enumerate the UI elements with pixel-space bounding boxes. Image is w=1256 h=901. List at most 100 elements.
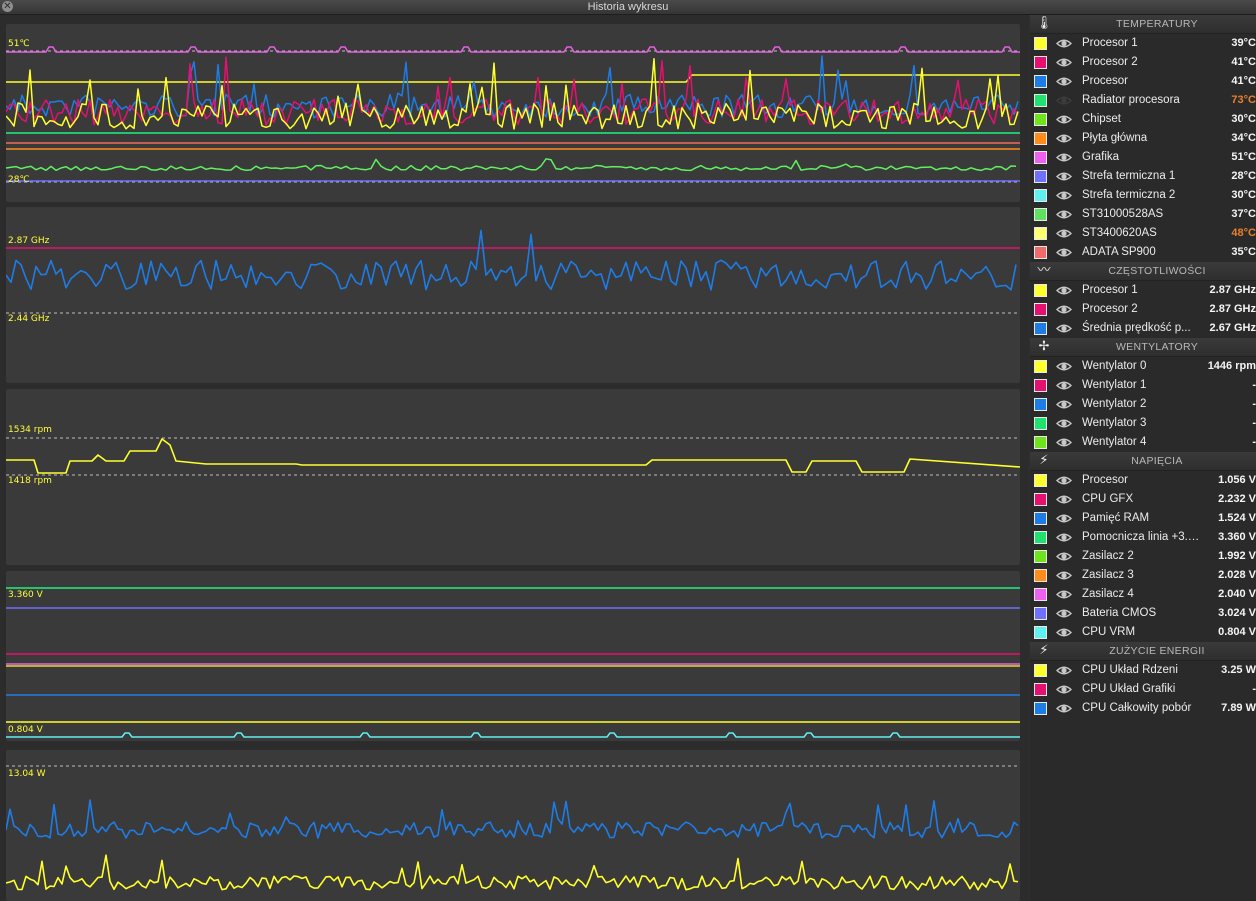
color-swatch[interactable] — [1034, 702, 1047, 715]
sensor-value: 7.89 W — [1221, 702, 1256, 714]
sensor-row-plyta-glowna[interactable]: Płyta główna 34°C — [1030, 129, 1256, 148]
color-swatch[interactable] — [1034, 607, 1047, 620]
sensor-row-wentylator-0[interactable]: Wentylator 0 1446 rpm — [1030, 357, 1256, 376]
eye-icon[interactable] — [1056, 322, 1072, 335]
eye-icon[interactable] — [1056, 398, 1072, 411]
eye-icon[interactable] — [1056, 56, 1072, 69]
color-swatch[interactable] — [1034, 588, 1047, 601]
color-swatch[interactable] — [1034, 683, 1047, 696]
color-swatch[interactable] — [1034, 512, 1047, 525]
eye-icon[interactable] — [1056, 683, 1072, 696]
sensor-row-procesor[interactable]: Procesor 1.056 V — [1030, 471, 1256, 490]
sensor-row-zasilacz-4[interactable]: Zasilacz 4 2.040 V — [1030, 585, 1256, 604]
eye-icon[interactable] — [1056, 664, 1072, 677]
sensor-row-chipset[interactable]: Chipset 30°C — [1030, 110, 1256, 129]
sensor-row-radiator-procesora[interactable]: Radiator procesora 73°C — [1030, 91, 1256, 110]
eye-icon[interactable] — [1056, 113, 1072, 126]
sensor-row-procesor-2[interactable]: Procesor 2 2.87 GHz — [1030, 300, 1256, 319]
eye-icon[interactable] — [1056, 75, 1072, 88]
sensor-row-procesor[interactable]: Procesor 41°C — [1030, 72, 1256, 91]
color-swatch[interactable] — [1034, 246, 1047, 259]
color-swatch[interactable] — [1034, 37, 1047, 50]
eye-icon[interactable] — [1056, 550, 1072, 563]
sensor-row-adata-sp900[interactable]: ADATA SP900 35°C — [1030, 243, 1256, 262]
sensor-row-cpu-uklad-rdzeni[interactable]: CPU Układ Rdzeni 3.25 W — [1030, 661, 1256, 680]
color-swatch[interactable] — [1034, 113, 1047, 126]
eye-icon[interactable] — [1056, 417, 1072, 430]
sensor-row-wentylator-2[interactable]: Wentylator 2 - — [1030, 395, 1256, 414]
eye-icon[interactable] — [1056, 37, 1072, 50]
sensor-row-grafika[interactable]: Grafika 51°C — [1030, 148, 1256, 167]
eye-icon[interactable] — [1056, 132, 1072, 145]
color-swatch[interactable] — [1034, 474, 1047, 487]
sensor-row-procesor-2[interactable]: Procesor 2 41°C — [1030, 53, 1256, 72]
color-swatch[interactable] — [1034, 284, 1047, 297]
eye-icon[interactable] — [1056, 512, 1072, 525]
eye-icon[interactable] — [1056, 227, 1072, 240]
color-swatch[interactable] — [1034, 626, 1047, 639]
eye-icon[interactable] — [1056, 151, 1072, 164]
section-header-czestotliwosci: 〰 CZĘSTOTLIWOŚCI — [1030, 262, 1256, 281]
eye-icon[interactable] — [1056, 474, 1072, 487]
eye-icon[interactable] — [1056, 360, 1072, 373]
color-swatch[interactable] — [1034, 56, 1047, 69]
sensor-row-wentylator-3[interactable]: Wentylator 3 - — [1030, 414, 1256, 433]
eye-icon[interactable] — [1056, 436, 1072, 449]
color-swatch[interactable] — [1034, 208, 1047, 221]
eye-icon[interactable] — [1056, 569, 1072, 582]
sensor-row-wentylator-4[interactable]: Wentylator 4 - — [1030, 433, 1256, 452]
sensor-row-procesor-1[interactable]: Procesor 1 2.87 GHz — [1030, 281, 1256, 300]
eye-icon[interactable] — [1056, 493, 1072, 506]
color-swatch[interactable] — [1034, 75, 1047, 88]
eye-icon[interactable] — [1056, 531, 1072, 544]
color-swatch[interactable] — [1034, 493, 1047, 506]
color-swatch[interactable] — [1034, 417, 1047, 430]
sensor-row-pamiec-ram[interactable]: Pamięć RAM 1.524 V — [1030, 509, 1256, 528]
eye-icon[interactable] — [1056, 246, 1072, 259]
eye-icon[interactable] — [1056, 170, 1072, 183]
eye-icon[interactable] — [1056, 284, 1072, 297]
color-swatch[interactable] — [1034, 303, 1047, 316]
sensor-row-procesor-1[interactable]: Procesor 1 39°C — [1030, 34, 1256, 53]
color-swatch[interactable] — [1034, 569, 1047, 582]
eye-icon[interactable] — [1056, 189, 1072, 202]
sensor-row-zasilacz-2[interactable]: Zasilacz 2 1.992 V — [1030, 547, 1256, 566]
eye-icon[interactable] — [1056, 208, 1072, 221]
eye-hidden-icon[interactable] — [1056, 94, 1072, 107]
sensor-row-cpu-vrm[interactable]: CPU VRM 0.804 V — [1030, 623, 1256, 642]
sensor-row-cpu-calkowity-pobor[interactable]: CPU Całkowity pobór 7.89 W — [1030, 699, 1256, 718]
sensor-row-strefa-termiczna-1[interactable]: Strefa termiczna 1 28°C — [1030, 167, 1256, 186]
sensor-row-cpu-uklad-grafiki[interactable]: CPU Układ Grafiki - — [1030, 680, 1256, 699]
color-swatch[interactable] — [1034, 398, 1047, 411]
color-swatch[interactable] — [1034, 132, 1047, 145]
color-swatch[interactable] — [1034, 436, 1047, 449]
color-swatch[interactable] — [1034, 322, 1047, 335]
color-swatch[interactable] — [1034, 550, 1047, 563]
color-swatch[interactable] — [1034, 379, 1047, 392]
eye-icon[interactable] — [1056, 588, 1072, 601]
sensor-row-strefa-termiczna-2[interactable]: Strefa termiczna 2 30°C — [1030, 186, 1256, 205]
sensor-row-st31000528as[interactable]: ST31000528AS 37°C — [1030, 205, 1256, 224]
eye-icon[interactable] — [1056, 626, 1072, 639]
eye-icon[interactable] — [1056, 702, 1072, 715]
eye-icon[interactable] — [1056, 379, 1072, 392]
sensor-row-wentylator-1[interactable]: Wentylator 1 - — [1030, 376, 1256, 395]
sensor-row-cpu-gfx[interactable]: CPU GFX 2.232 V — [1030, 490, 1256, 509]
sensor-row-srednia-predkosc-p[interactable]: Średnia prędkość p... 2.67 GHz — [1030, 319, 1256, 338]
close-icon[interactable]: ✕ — [2, 1, 13, 12]
color-swatch[interactable] — [1034, 189, 1047, 202]
color-swatch[interactable] — [1034, 170, 1047, 183]
color-swatch[interactable] — [1034, 94, 1047, 107]
eye-icon[interactable] — [1056, 303, 1072, 316]
sensor-row-st3400620as[interactable]: ST3400620AS 48°C — [1030, 224, 1256, 243]
sensor-row-bateria-cmos[interactable]: Bateria CMOS 3.024 V — [1030, 604, 1256, 623]
color-swatch[interactable] — [1034, 227, 1047, 240]
sensor-value: 1.524 V — [1218, 512, 1256, 524]
color-swatch[interactable] — [1034, 664, 1047, 677]
color-swatch[interactable] — [1034, 531, 1047, 544]
sensor-row-pomocnicza-linia-3-3-v[interactable]: Pomocnicza linia +3.3 V 3.360 V — [1030, 528, 1256, 547]
sensor-row-zasilacz-3[interactable]: Zasilacz 3 2.028 V — [1030, 566, 1256, 585]
eye-icon[interactable] — [1056, 607, 1072, 620]
color-swatch[interactable] — [1034, 360, 1047, 373]
color-swatch[interactable] — [1034, 151, 1047, 164]
